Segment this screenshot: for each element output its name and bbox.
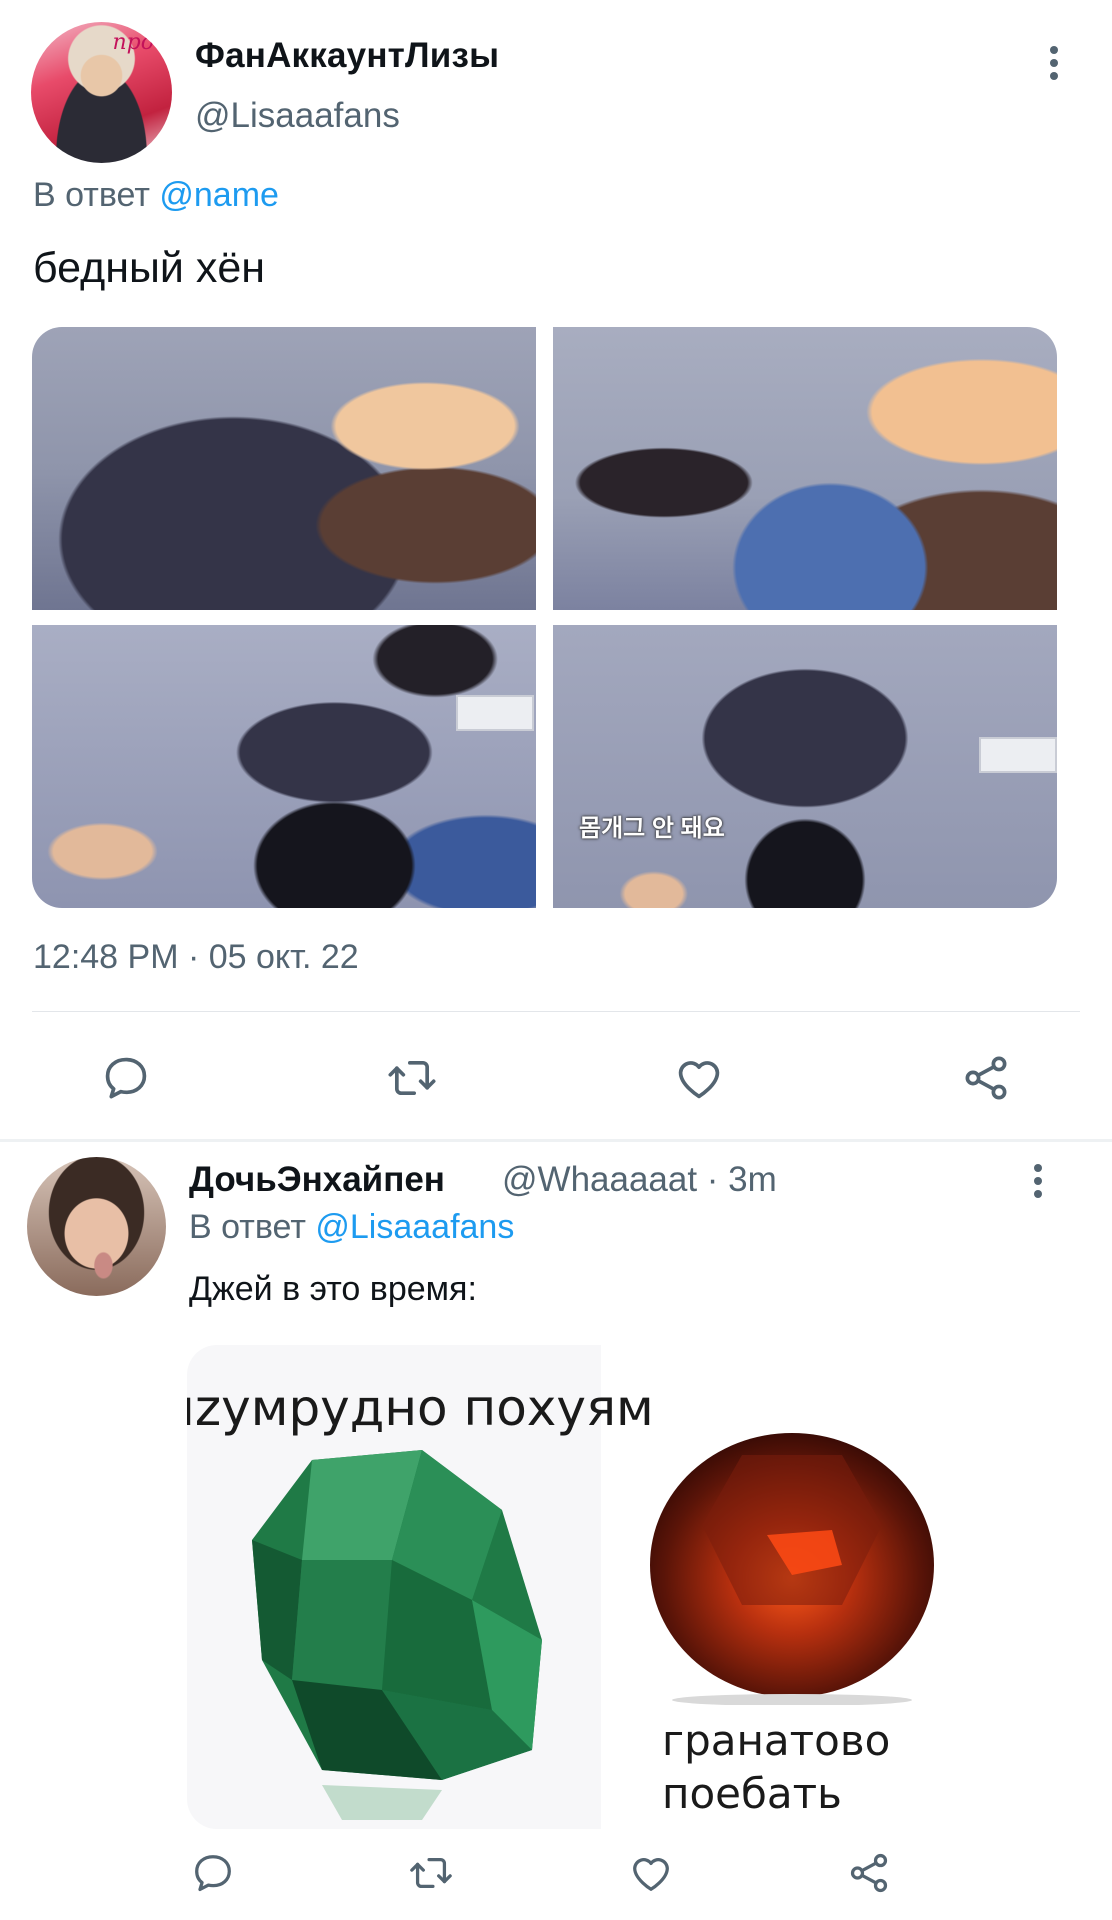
share-button[interactable] bbox=[844, 1848, 894, 1898]
reply-tweet-text: Джей в это время: bbox=[189, 1270, 477, 1308]
share-icon bbox=[850, 1853, 888, 1893]
reply-context: В ответ @name bbox=[33, 176, 279, 215]
garnet-gem bbox=[650, 1433, 934, 1705]
main-tweet: про ФанАккаунтЛизы @Lisaaafans В ответ @… bbox=[0, 0, 1112, 1140]
like-button[interactable] bbox=[670, 1050, 728, 1106]
reply-mention-link[interactable]: @name bbox=[159, 176, 279, 214]
retweet-button[interactable] bbox=[382, 1050, 442, 1106]
emerald-gem bbox=[252, 1450, 542, 1820]
avatar[interactable]: про bbox=[31, 22, 172, 163]
retweet-icon bbox=[388, 1060, 436, 1096]
media-photo-4[interactable]: 몸개그 안 돼요 bbox=[553, 625, 1057, 908]
wall-switch-plate bbox=[979, 737, 1057, 773]
divider bbox=[32, 1011, 1080, 1012]
reply-icon bbox=[105, 1057, 147, 1099]
avatar-scribble: про bbox=[112, 30, 155, 55]
reply-button[interactable] bbox=[188, 1848, 238, 1898]
like-icon bbox=[678, 1061, 720, 1099]
meme-bottom-caption: гранатово поебать bbox=[662, 1715, 890, 1820]
reply-context: В ответ @Lisaaafans bbox=[189, 1208, 514, 1247]
tweet-separator bbox=[0, 1139, 1112, 1142]
reply-mention-link[interactable]: @Lisaaafans bbox=[315, 1208, 514, 1246]
meme-bottom-line-1: гранатово bbox=[662, 1716, 891, 1765]
reply-avatar[interactable] bbox=[27, 1157, 166, 1296]
wall-switch-plate bbox=[456, 695, 534, 731]
media-photo-2[interactable] bbox=[553, 327, 1057, 610]
media-grid: 몸개그 안 돼요 bbox=[32, 327, 1057, 908]
like-button[interactable] bbox=[626, 1848, 676, 1898]
video-subtitle: 몸개그 안 돼요 bbox=[579, 815, 725, 842]
display-name[interactable]: ФанАккаунтЛизы bbox=[195, 36, 499, 76]
reply-handle-time[interactable]: @Whaaaaat · 3m bbox=[502, 1160, 777, 1200]
reply-prefix: В ответ bbox=[33, 176, 150, 214]
retweet-icon bbox=[410, 1857, 452, 1889]
meme-top-caption: ızумрудно похуям bbox=[187, 1379, 654, 1437]
share-button[interactable] bbox=[958, 1050, 1014, 1106]
tweet-timestamp[interactable]: 12:48 PM · 05 окт. 22 bbox=[33, 938, 359, 977]
reply-display-name[interactable]: ДочьЭнхайпен bbox=[189, 1160, 445, 1200]
share-icon bbox=[965, 1056, 1007, 1100]
tweet-text: бедный хён bbox=[33, 244, 265, 292]
media-photo-3[interactable] bbox=[32, 625, 536, 908]
reply-button[interactable] bbox=[98, 1050, 154, 1106]
more-options-icon[interactable] bbox=[1026, 1164, 1050, 1204]
retweet-button[interactable] bbox=[404, 1848, 458, 1898]
media-photo-1[interactable] bbox=[32, 327, 536, 610]
like-icon bbox=[633, 1858, 669, 1891]
user-handle[interactable]: @Lisaaafans bbox=[195, 96, 400, 136]
meme-bottom-line-2: поебать bbox=[662, 1768, 842, 1818]
more-options-icon[interactable] bbox=[1042, 46, 1066, 86]
meme-image[interactable]: ızумрудно похуям гранатово поебать bbox=[187, 1345, 1012, 1829]
reply-icon bbox=[195, 1855, 231, 1892]
reply-prefix: В ответ bbox=[189, 1208, 306, 1246]
